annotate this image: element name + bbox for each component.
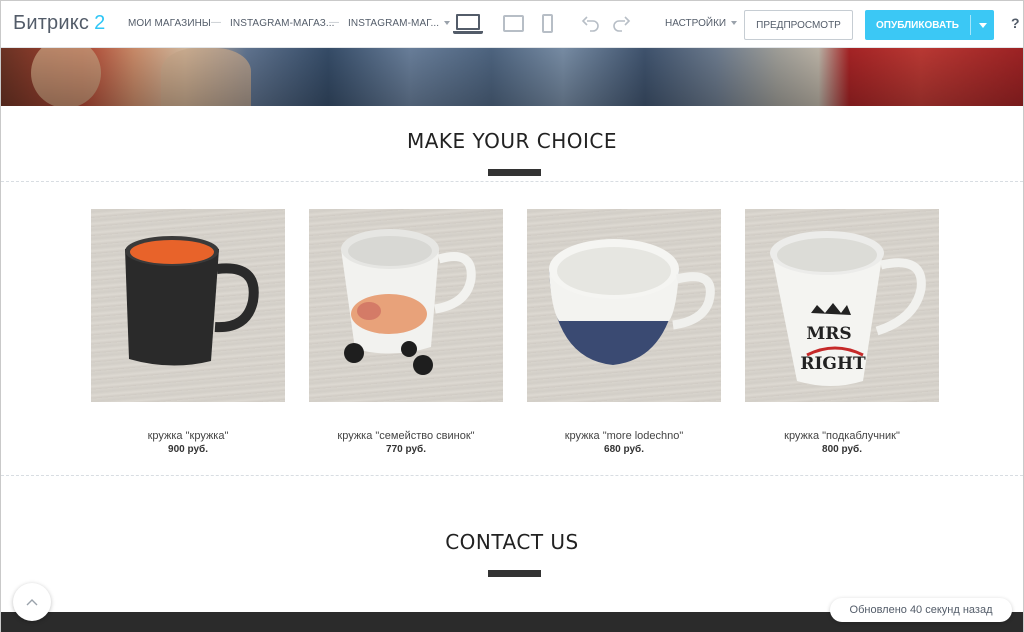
product-price: 800 руб. [822,444,862,455]
title-underline [488,570,541,577]
autosave-status: Обновлено 40 секунд назад [830,598,1012,622]
product-price: 680 руб. [604,444,644,455]
product-image[interactable] [309,209,503,402]
block-divider [1,181,1023,182]
mobile-view-icon[interactable] [542,14,553,33]
settings-label: Настройки [665,18,727,29]
app-logo[interactable]: Битрикс 2 [13,12,105,35]
chevron-down-icon [978,22,987,28]
product-name[interactable]: кружка "подкаблучник" [745,430,939,442]
product-image[interactable] [91,209,285,402]
title-underline [488,169,541,176]
svg-text:MRS: MRS [806,324,851,344]
product-image[interactable]: MRS RIGHT [745,209,939,402]
breadcrumb-page[interactable]: Instagram-маг... [348,18,451,29]
desktop-view-icon[interactable] [453,14,483,36]
breadcrumb-page-label: Instagram-маг... [348,18,440,29]
logo-text: Битрикс [13,12,90,34]
product-card[interactable]: кружка "семейство свинок" 770 руб. [309,209,503,455]
redo-icon[interactable] [611,14,631,34]
publish-options-dropdown[interactable] [971,22,994,28]
settings-menu[interactable]: Настройки [665,18,738,29]
product-price: 900 руб. [168,444,208,455]
hero-image [1,48,1023,106]
preview-button[interactable]: Предпросмотр [744,10,853,40]
product-image[interactable] [527,209,721,402]
chevron-down-icon [444,21,451,26]
undo-icon[interactable] [581,14,601,34]
product-card[interactable]: кружка "кружка" 900 руб. [91,209,285,455]
logo-number: 2 [94,12,106,34]
breadcrumb-shops[interactable]: Мои магазины [128,18,211,29]
top-toolbar: Битрикс 2 Мои магазины — Instagram-магаз.… [1,1,1023,48]
product-card[interactable]: MRS RIGHT кружка "подкаблучник" 800 руб. [745,209,939,455]
tablet-view-icon[interactable] [503,15,524,32]
product-name[interactable]: кружка "more lodechno" [527,430,721,442]
product-name[interactable]: кружка "семейство свинок" [309,430,503,442]
chevron-up-icon [26,599,38,606]
breadcrumb-separator: — [211,17,221,28]
section-title-choice: MAKE YOUR CHOICE [406,129,618,153]
product-price: 770 руб. [386,444,426,455]
svg-text:RIGHT: RIGHT [800,354,866,374]
product-name[interactable]: кружка "кружка" [91,430,285,442]
publish-label[interactable]: Опубликовать [865,20,970,31]
publish-button[interactable]: Опубликовать [865,10,994,40]
chevron-down-icon [731,21,738,26]
section-title-contact: CONTACT US [445,530,579,554]
breadcrumb-separator: — [329,17,339,28]
scroll-to-top-button[interactable] [13,583,51,621]
product-card[interactable]: кружка "more lodechno" 680 руб. [527,209,721,455]
breadcrumb-site[interactable]: Instagram-магаз... [230,18,335,29]
help-button[interactable]: ? [1011,15,1020,31]
block-divider [1,475,1023,476]
